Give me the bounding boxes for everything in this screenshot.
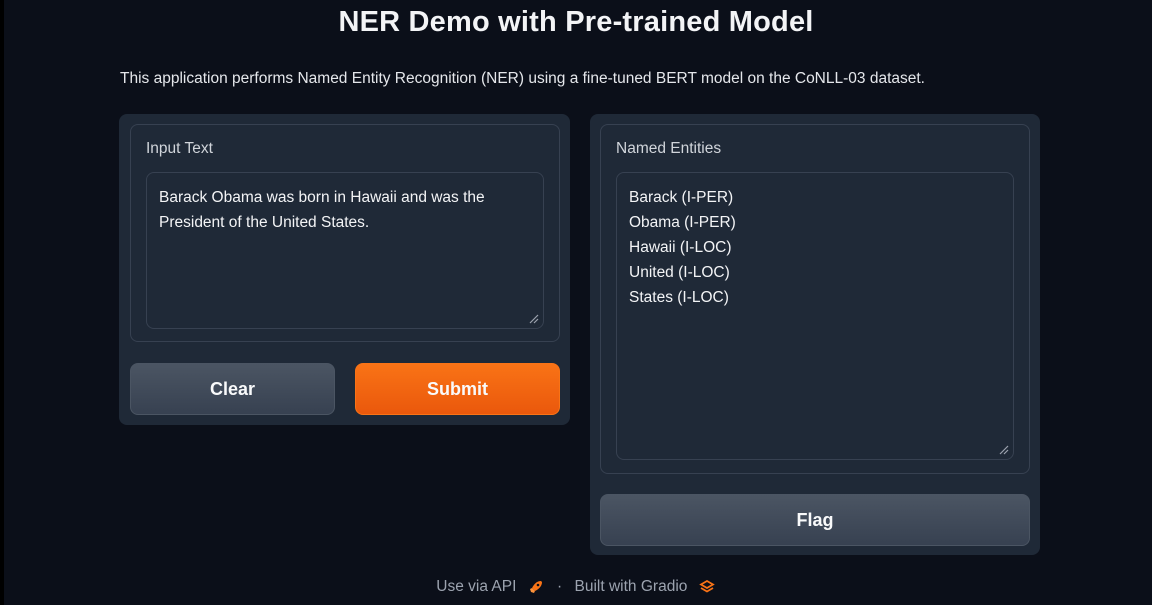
resize-handle-icon[interactable] [999,445,1009,455]
use-via-api-link[interactable]: Use via API [436,578,516,595]
entity-item: Barack (I-PER) [629,189,734,206]
output-textarea[interactable]: Barack (I-PER) Obama (I-PER) Hawaii (I-L… [616,172,1014,460]
input-text-label: Input Text [146,140,213,157]
entity-item: Obama (I-PER) [629,214,736,231]
footer-separator: · [557,578,563,595]
resize-handle-icon[interactable] [529,314,539,324]
entity-item: United (I-LOC) [629,264,730,281]
input-line: President of the United States. [159,214,370,231]
output-column: Named Entities Barack (I-PER) Obama (I-P… [590,114,1040,555]
named-entities-label: Named Entities [616,140,722,157]
clear-button[interactable]: Clear [130,363,335,415]
built-with-gradio-link[interactable]: Built with Gradio [575,578,688,595]
input-line: Barack Obama was born in Hawaii and was … [159,189,485,206]
submit-button[interactable]: Submit [355,363,560,415]
rocket-icon [529,581,542,593]
page-title: NER Demo with Pre-trained Model [338,6,814,38]
named-entities-block: Named Entities Barack (I-PER) Obama (I-P… [600,124,1030,474]
input-textarea[interactable]: Barack Obama was born in Hawaii and was … [146,172,544,329]
gradio-logo-icon [698,579,715,593]
flag-button[interactable]: Flag [600,494,1030,546]
entity-item: States (I-LOC) [629,289,729,306]
input-text-block: Input Text Barack Obama was born in Hawa… [130,124,560,342]
footer: Use via API · Built with Gradio [0,578,1152,596]
input-column: Input Text Barack Obama was born in Hawa… [119,114,570,425]
app-description: This application performs Named Entity R… [120,70,925,87]
entity-item: Hawaii (I-LOC) [629,239,732,256]
